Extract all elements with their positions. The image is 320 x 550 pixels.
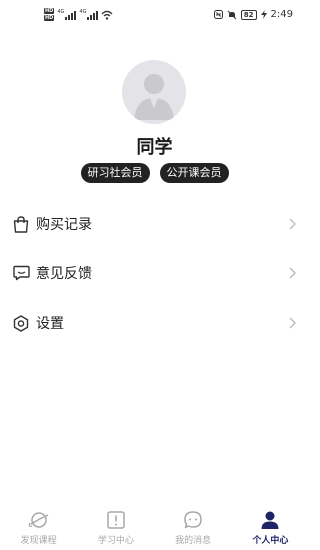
menu-label-settings: 设置 — [36, 316, 64, 332]
badge-open-course-member: 公开课会员 — [159, 163, 229, 183]
badge-study-club-member: 研习社会员 — [80, 163, 150, 183]
tab-study-center[interactable]: 学习中心 — [77, 500, 154, 550]
default-avatar-icon — [134, 74, 174, 120]
tab-my-messages[interactable]: 我的消息 — [155, 500, 232, 550]
tab-personal-center[interactable]: 个人中心 — [232, 500, 309, 550]
charging-icon — [260, 10, 267, 19]
battery-indicator: 82 — [240, 9, 257, 20]
signal-bars-2-icon — [87, 11, 99, 20]
membership-badges: 研习社会员 公开课会员 — [0, 163, 309, 183]
tab-label-my-messages: 我的消息 — [175, 536, 212, 546]
signal-2: 4G — [79, 9, 99, 20]
settings-hexagon-icon — [12, 314, 30, 332]
person-icon — [261, 511, 279, 529]
network-type-2: 4G — [79, 9, 87, 15]
planet-icon — [28, 512, 48, 528]
avatar[interactable] — [122, 60, 186, 124]
shopping-bag-icon — [12, 215, 30, 233]
tab-label-discover-courses: 发现课程 — [20, 536, 57, 546]
feedback-chat-icon — [12, 264, 30, 282]
hd-tag-2: HD — [44, 15, 55, 21]
tab-label-personal-center: 个人中心 — [252, 536, 289, 546]
hd-tag-1: HD — [44, 8, 55, 14]
tab-label-study-center: 学习中心 — [97, 536, 134, 546]
status-bar: HD HD 4G 4G 82 2:49 — [0, 0, 309, 30]
menu-label-purchase-records: 购买记录 — [36, 217, 92, 233]
chevron-right-icon — [289, 218, 296, 230]
menu-label-feedback: 意见反馈 — [36, 266, 92, 282]
menu-item-feedback[interactable]: 意见反馈 — [0, 253, 309, 293]
book-exclamation-icon — [107, 511, 125, 529]
chevron-right-icon — [289, 317, 296, 329]
menu-item-settings[interactable]: 设置 — [0, 303, 309, 343]
signal-1: 4G — [57, 9, 77, 20]
user-name: 同学 — [136, 137, 173, 158]
message-bubble-icon — [184, 511, 202, 529]
status-right-indicators: 82 2:49 — [213, 9, 293, 20]
menu-item-purchase-records[interactable]: 购买记录 — [0, 204, 309, 244]
network-type-1: 4G — [57, 9, 65, 15]
bottom-tab-bar: 发现课程 学习中心 我的消息 个人中心 — [0, 500, 309, 550]
hd-indicator: HD HD — [44, 8, 55, 21]
nfc-icon — [213, 10, 223, 19]
wifi-icon — [102, 10, 113, 20]
chevron-right-icon — [289, 267, 296, 279]
status-time: 2:49 — [270, 9, 293, 20]
signal-bars-1-icon — [65, 11, 77, 20]
tab-discover-courses[interactable]: 发现课程 — [0, 500, 77, 550]
mute-bell-icon — [227, 10, 237, 19]
status-left-indicators: HD HD 4G 4G — [44, 8, 113, 21]
